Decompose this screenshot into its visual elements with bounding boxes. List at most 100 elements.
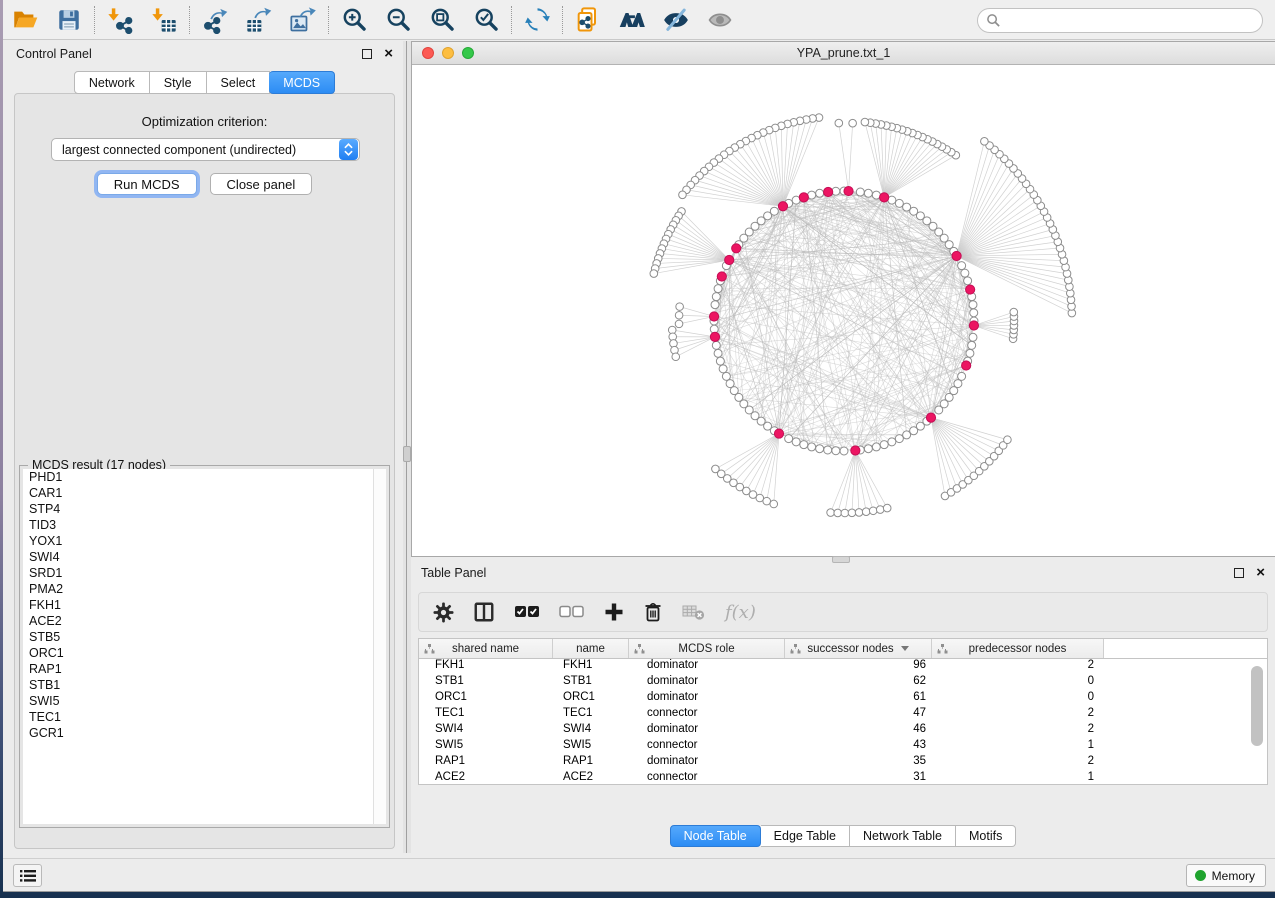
zoom-selected-icon[interactable] <box>464 3 508 37</box>
mcds-result-item[interactable]: STB5 <box>23 629 386 645</box>
table-row[interactable]: TEC1TEC1connector472 <box>419 707 1267 723</box>
horizontal-splitter-grip[interactable] <box>832 556 850 563</box>
mcds-result-item[interactable]: ORC1 <box>23 645 386 661</box>
export-table-icon[interactable] <box>237 3 281 37</box>
table-row[interactable]: SWI4SWI4dominator462 <box>419 723 1267 739</box>
mcds-result-item[interactable]: YOX1 <box>23 533 386 549</box>
mcds-result-item[interactable]: SWI5 <box>23 693 386 709</box>
control-panel: Control Panel × NetworkStyleSelectMCDS O… <box>6 41 403 853</box>
tab-node-table[interactable]: Node Table <box>670 825 761 847</box>
splitter-grip[interactable] <box>403 446 411 462</box>
optimization-criterion-select[interactable]: largest connected component (undirected) <box>51 138 360 161</box>
import-network-icon[interactable] <box>98 3 142 37</box>
export-network-icon[interactable] <box>193 3 237 37</box>
tab-edge-table[interactable]: Edge Table <box>761 825 850 847</box>
export-image-icon[interactable] <box>281 3 325 37</box>
save-session-icon[interactable] <box>47 3 91 37</box>
column-header-successor-nodes[interactable]: successor nodes <box>785 639 932 658</box>
mcds-result-item[interactable]: PMA2 <box>23 581 386 597</box>
mcds-result-groupbox: MCDS result (17 nodes) PHD1CAR1STP4TID3Y… <box>19 465 390 828</box>
delete-column-icon[interactable] <box>643 601 663 623</box>
import-table-icon[interactable] <box>142 3 186 37</box>
table-cell: dominator <box>629 659 785 675</box>
select-all-icon[interactable] <box>514 604 540 620</box>
list-scrollbar[interactable] <box>373 469 386 824</box>
zoom-fit-icon[interactable] <box>420 3 464 37</box>
close-panel-button[interactable]: Close panel <box>210 173 313 195</box>
vertical-splitter[interactable] <box>403 41 411 853</box>
close-table-panel-icon[interactable]: × <box>1256 568 1265 578</box>
deselect-all-icon[interactable] <box>559 604 585 620</box>
tab-select[interactable]: Select <box>207 71 271 94</box>
float-panel-icon[interactable] <box>362 49 372 59</box>
table-cell: RAP1 <box>553 755 629 771</box>
delete-table-icon <box>682 603 706 621</box>
close-panel-icon[interactable]: × <box>384 49 393 59</box>
table-row[interactable]: RAP1RAP1dominator352 <box>419 755 1267 771</box>
mcds-result-item[interactable]: TEC1 <box>23 709 386 725</box>
mcds-result-item[interactable]: PHD1 <box>23 469 386 485</box>
mcds-result-item[interactable]: SRD1 <box>23 565 386 581</box>
table-cell: 1 <box>932 739 1104 755</box>
table-row[interactable]: STB1STB1dominator620 <box>419 675 1267 691</box>
network-canvas[interactable] <box>412 65 1275 556</box>
memory-button[interactable]: Memory <box>1186 864 1266 887</box>
control-panel-tabs: NetworkStyleSelectMCDS <box>6 71 403 94</box>
column-label: successor nodes <box>807 643 893 655</box>
table-row[interactable]: SWI5SWI5connector431 <box>419 739 1267 755</box>
column-header-name[interactable]: name <box>553 639 629 658</box>
table-cell: 96 <box>785 659 932 675</box>
find-binoculars-icon[interactable] <box>610 3 654 37</box>
table-row[interactable]: ORC1ORC1dominator610 <box>419 691 1267 707</box>
column-header-predecessor-nodes[interactable]: predecessor nodes <box>932 639 1104 658</box>
table-cell: 61 <box>785 691 932 707</box>
hide-selected-icon[interactable] <box>654 3 698 37</box>
tab-network[interactable]: Network <box>74 71 150 94</box>
mcds-result-item[interactable]: TID3 <box>23 517 386 533</box>
table-cell: dominator <box>629 723 785 739</box>
tab-network-table[interactable]: Network Table <box>850 825 956 847</box>
float-table-panel-icon[interactable] <box>1234 568 1244 578</box>
task-history-button[interactable] <box>13 864 42 887</box>
toolbar-separator <box>94 6 95 34</box>
mcds-result-item[interactable]: CAR1 <box>23 485 386 501</box>
table-row[interactable]: ACE2ACE2connector311 <box>419 771 1267 785</box>
tab-style[interactable]: Style <box>150 71 207 94</box>
mcds-result-item[interactable]: SWI4 <box>23 549 386 565</box>
run-mcds-button[interactable]: Run MCDS <box>97 173 197 195</box>
mcds-result-item[interactable]: FKH1 <box>23 597 386 613</box>
sort-indicator-icon <box>901 646 909 651</box>
table-row[interactable]: FKH1FKH1dominator962 <box>419 659 1267 675</box>
column-header-MCDS-role[interactable]: MCDS role <box>629 639 785 658</box>
mcds-result-list[interactable]: PHD1CAR1STP4TID3YOX1SWI4SRD1PMA2FKH1ACE2… <box>23 469 386 824</box>
zoom-in-icon[interactable] <box>332 3 376 37</box>
mcds-result-item[interactable]: ACE2 <box>23 613 386 629</box>
add-column-icon[interactable] <box>604 602 624 622</box>
show-all-icon[interactable] <box>698 3 742 37</box>
table-cell: dominator <box>629 691 785 707</box>
table-cell: STB1 <box>419 675 553 691</box>
clone-network-icon[interactable] <box>566 3 610 37</box>
graph-nodes[interactable] <box>650 114 1076 517</box>
network-window-titlebar[interactable]: YPA_prune.txt_1 <box>412 42 1275 65</box>
table-cell: SWI4 <box>419 723 553 739</box>
mcds-result-item[interactable]: STB1 <box>23 677 386 693</box>
table-cell: 43 <box>785 739 932 755</box>
zoom-out-icon[interactable] <box>376 3 420 37</box>
column-label: MCDS role <box>678 643 734 655</box>
network-graph[interactable] <box>412 65 1275 556</box>
tab-motifs[interactable]: Motifs <box>956 825 1016 847</box>
refresh-view-icon[interactable] <box>515 3 559 37</box>
table-scrollbar[interactable] <box>1251 666 1263 746</box>
memory-label: Memory <box>1212 869 1255 883</box>
open-file-icon[interactable] <box>3 3 47 37</box>
network-search-box[interactable] <box>977 8 1263 33</box>
table-settings-icon[interactable] <box>433 602 454 623</box>
search-input[interactable] <box>1001 11 1262 31</box>
mcds-result-item[interactable]: RAP1 <box>23 661 386 677</box>
mcds-result-item[interactable]: GCR1 <box>23 725 386 741</box>
column-header-shared-name[interactable]: shared name <box>419 639 553 658</box>
mcds-result-item[interactable]: STP4 <box>23 501 386 517</box>
tab-mcds[interactable]: MCDS <box>269 71 335 94</box>
column-selector-icon[interactable] <box>473 601 495 623</box>
